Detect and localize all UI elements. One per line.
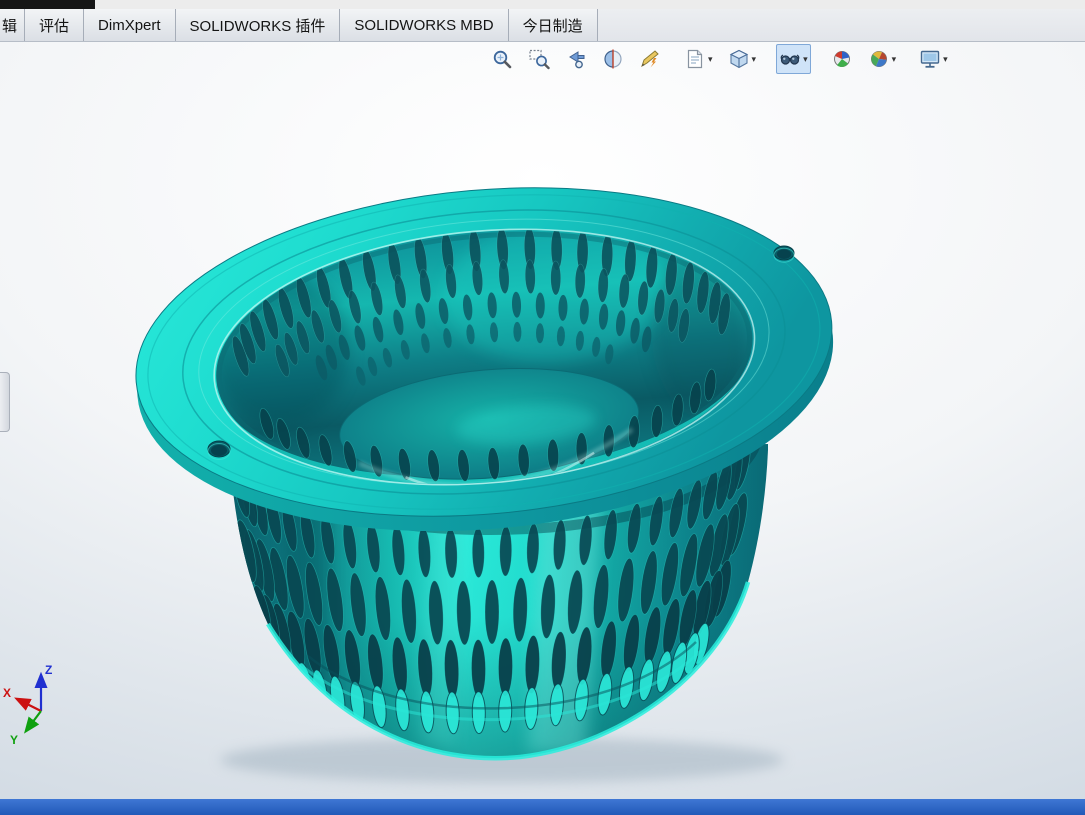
triad-y-label: Y <box>10 733 18 747</box>
triad-x-label: X <box>3 686 11 700</box>
view-settings-icon <box>919 48 941 70</box>
previous-view-button[interactable] <box>562 44 590 74</box>
menu-remnant <box>0 0 95 9</box>
apply-scene-icon <box>868 48 890 70</box>
edit-appearance-button[interactable] <box>828 44 856 74</box>
zoom-to-fit-icon <box>491 48 513 70</box>
hide-show-items-button[interactable] <box>776 44 811 74</box>
flange-hole-right <box>773 245 795 263</box>
dropdown-caret-icon[interactable] <box>803 55 808 64</box>
section-view-icon <box>602 48 624 70</box>
view-orientation-button[interactable] <box>681 44 716 74</box>
tab-solidworks-mbd[interactable]: SOLIDWORKS MBD <box>340 9 509 41</box>
previous-view-icon <box>565 48 587 70</box>
triad-x-axis <box>14 697 42 712</box>
model-basket[interactable] <box>122 160 847 783</box>
edit-appearance-icon <box>831 48 853 70</box>
commandmanager-tabs: 辑 评估 DimXpert SOLIDWORKS 插件 SOLIDWORKS M… <box>0 9 1085 42</box>
dropdown-caret-icon[interactable] <box>708 55 713 64</box>
dropdown-caret-icon[interactable] <box>892 55 897 64</box>
display-style-button[interactable] <box>725 44 760 74</box>
heads-up-toolbar <box>488 44 951 74</box>
tabbar-filler <box>597 9 1085 41</box>
3d-drawing-view-icon <box>639 48 661 70</box>
tab-dimxpert[interactable]: DimXpert <box>84 9 176 41</box>
3d-drawing-view-button[interactable] <box>636 44 664 74</box>
view-orientation-icon <box>684 48 706 70</box>
triad-y-axis <box>24 710 42 734</box>
apply-scene-button[interactable] <box>865 44 900 74</box>
triad-z-label: Z <box>45 663 52 677</box>
hide-show-items-icon <box>779 48 801 70</box>
zoom-to-fit-button[interactable] <box>488 44 516 74</box>
flange-hole-left <box>207 440 231 460</box>
tab-edit-partial[interactable]: 辑 <box>0 9 26 41</box>
section-view-button[interactable] <box>599 44 627 74</box>
collapsed-panel-tab[interactable] <box>0 372 10 432</box>
zoom-to-area-icon <box>528 48 550 70</box>
tab-evaluate[interactable]: 评估 <box>25 9 85 41</box>
display-style-icon <box>728 48 750 70</box>
tab-solidworks-addins[interactable]: SOLIDWORKS 插件 <box>175 9 341 41</box>
status-bar <box>0 799 1085 815</box>
dropdown-caret-icon[interactable] <box>943 55 948 64</box>
tab-today-manufacture[interactable]: 今日制造 <box>508 9 598 41</box>
zoom-to-area-button[interactable] <box>525 44 553 74</box>
orientation-triad: Z X Y <box>3 663 52 747</box>
viewport-3d[interactable]: Z X Y <box>0 0 1085 815</box>
view-settings-button[interactable] <box>916 44 951 74</box>
dropdown-caret-icon[interactable] <box>752 55 757 64</box>
window-top-strip <box>0 0 1085 9</box>
